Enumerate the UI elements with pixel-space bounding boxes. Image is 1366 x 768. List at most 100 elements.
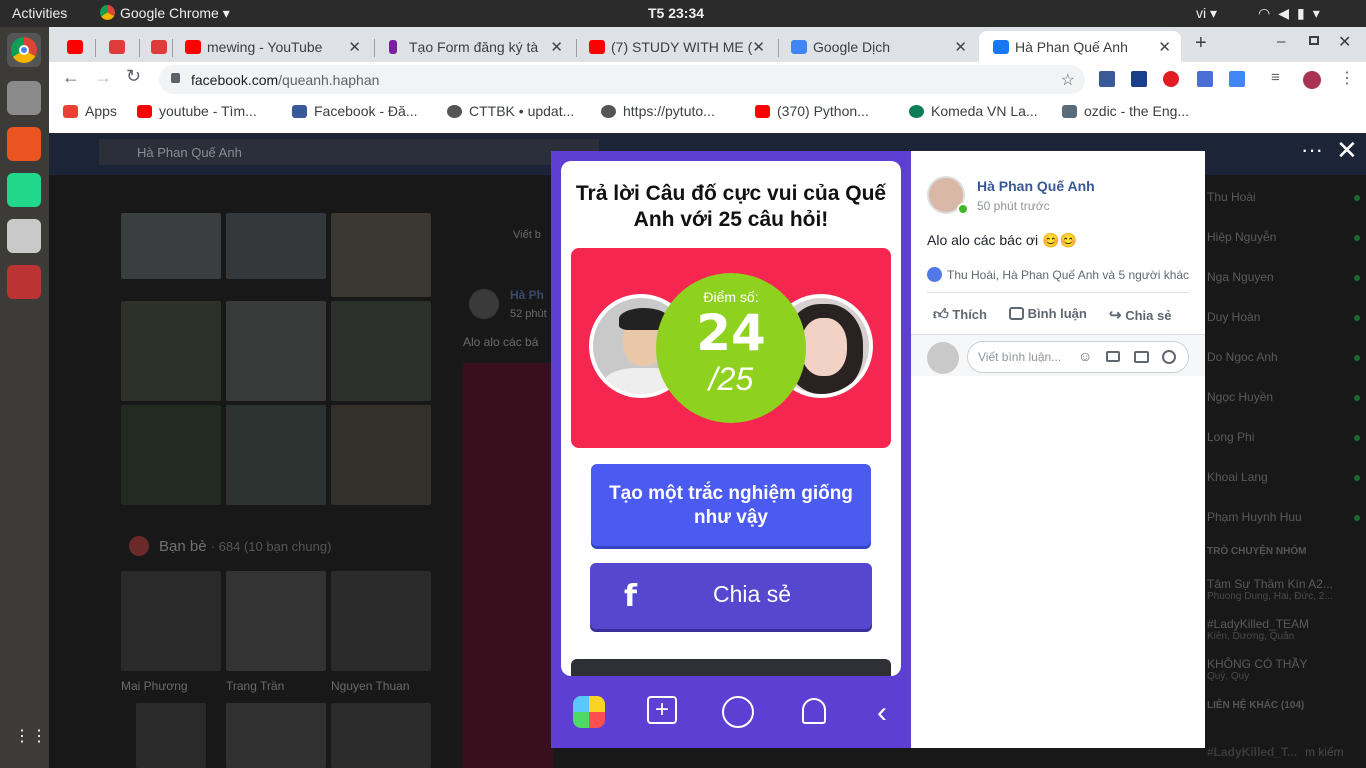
bookmark-facebook[interactable]: Facebook - Đă...	[292, 103, 418, 119]
friend-name[interactable]: Nguyen Thuan	[331, 679, 410, 693]
close-photo-viewer-icon[interactable]: ✕	[1336, 135, 1358, 166]
chat-contact[interactable]: Long Phi	[1207, 430, 1254, 444]
activities-button[interactable]: Activities	[12, 5, 67, 21]
more-options-icon[interactable]: ···	[1301, 137, 1323, 163]
bg-comment-prompt[interactable]: Viết b	[513, 229, 541, 241]
chat-search[interactable]: m kiếm	[1305, 745, 1344, 759]
friend-photo[interactable]	[226, 571, 326, 671]
bookmark-cttbk[interactable]: CTTBK • updat...	[447, 103, 574, 119]
bookmark-youtube[interactable]: youtube - Tìm...	[137, 103, 257, 119]
tab-pinned-youtube[interactable]	[53, 31, 95, 62]
friend-photo[interactable]	[331, 703, 431, 768]
close-tab-icon[interactable]: ✕	[1158, 38, 1171, 56]
photo-thumbnail[interactable]	[121, 301, 221, 401]
minimize-icon[interactable]: –	[1277, 33, 1285, 50]
gif-icon[interactable]	[1134, 351, 1149, 363]
photo-thumbnail[interactable]	[226, 213, 326, 279]
media-icon[interactable]: ≡	[1271, 69, 1280, 86]
address-bar[interactable]: facebook.com/queanh.haphan ☆	[159, 65, 1085, 94]
clock[interactable]: T5 23:34	[648, 5, 704, 21]
screenshot-dock-icon[interactable]	[7, 219, 41, 253]
comment-input[interactable]: Viết bình luận... ☺	[967, 341, 1189, 373]
tab-study-with-me[interactable]: (7) STUDY WITH ME (✕	[575, 31, 775, 62]
bottom-chat-tab[interactable]: #LadyKilled_T...	[1207, 745, 1297, 759]
friend-photo[interactable]	[121, 571, 221, 671]
tab-label: Google Dịch	[813, 39, 891, 55]
camera-icon[interactable]	[1106, 351, 1120, 362]
photo-thumbnail[interactable]	[226, 405, 326, 505]
tab-google-translate[interactable]: Google Dịch ✕	[777, 31, 977, 62]
friends-section-title[interactable]: Bạn bè · 684 (10 bạn chung)	[159, 538, 331, 555]
pycharm-dock-icon[interactable]	[7, 173, 41, 207]
group-chat-name[interactable]: #LadyKilled_TEAM	[1207, 617, 1309, 631]
friend-name[interactable]: Trang Trần	[226, 679, 284, 693]
close-tab-icon[interactable]: ✕	[348, 38, 361, 56]
dock: ⋮⋮⋮	[0, 27, 64, 768]
back-icon[interactable]: ←	[62, 67, 80, 88]
friend-name[interactable]: Mai Phương	[121, 679, 188, 693]
translate-extension-icon[interactable]	[1229, 71, 1245, 87]
reload-icon[interactable]: ↻	[126, 66, 141, 87]
close-tab-icon[interactable]: ✕	[752, 38, 765, 56]
forward-icon[interactable]: →	[94, 67, 112, 88]
bookmark-ozdic[interactable]: ozdic - the Eng...	[1062, 103, 1189, 119]
new-tab-icon[interactable]: +	[1195, 32, 1207, 55]
chat-contact[interactable]: Duy Hoàn	[1207, 310, 1260, 324]
input-language[interactable]: vi ▾	[1196, 5, 1217, 22]
tab-form[interactable]: Tạo Form đăng ký tà ✕	[373, 31, 573, 62]
group-chat-name[interactable]: Tâm Sự Thầm Kín A2...	[1207, 577, 1333, 591]
chat-contact[interactable]: Do Ngoc Anh	[1207, 350, 1278, 364]
comment-button[interactable]: Bình luận	[1009, 306, 1087, 321]
chat-contact[interactable]: Thu Hoài	[1207, 190, 1256, 204]
close-window-icon[interactable]: ✕	[1338, 32, 1351, 52]
chat-contact[interactable]: Phạm Huynh Huu	[1207, 510, 1302, 524]
files-dock-icon[interactable]	[7, 81, 41, 115]
friend-photo[interactable]	[136, 703, 206, 768]
friend-photo[interactable]	[226, 703, 326, 768]
like-button[interactable]: 👍︎ Thích	[933, 306, 987, 324]
system-status-icons[interactable]: ◠◀▮▾	[1258, 5, 1328, 22]
friend-photo[interactable]	[331, 571, 431, 671]
tab-pinned-talk[interactable]	[97, 31, 139, 62]
facebook-extension-icon[interactable]	[1099, 71, 1115, 87]
facebook-search-input[interactable]: Hà Phan Quế Anh	[99, 139, 599, 165]
close-tab-icon[interactable]: ✕	[954, 38, 967, 56]
tab-youtube-mewing[interactable]: mewing - YouTube ✕	[171, 31, 371, 62]
j-extension-icon[interactable]	[1131, 71, 1147, 87]
sticker-icon[interactable]	[1162, 350, 1176, 364]
maximize-icon[interactable]	[1309, 36, 1319, 45]
chat-contact[interactable]: Khoai Lang	[1207, 470, 1268, 484]
profile-avatar[interactable]	[1303, 71, 1321, 89]
bookmark-star-icon[interactable]: ☆	[1061, 70, 1075, 90]
software-center-dock-icon[interactable]	[7, 127, 41, 161]
chat-contact[interactable]: Hiệp Nguyễn	[1207, 230, 1276, 244]
photo-thumbnail[interactable]	[226, 301, 326, 401]
chat-contact[interactable]: Nga Nguyen	[1207, 270, 1274, 284]
app-menu[interactable]: Google Chrome ▾	[100, 5, 230, 22]
photo-thumbnail[interactable]	[331, 213, 431, 297]
bg-post-name[interactable]: Hà Ph	[510, 288, 544, 302]
close-tab-icon[interactable]: ✕	[550, 38, 563, 56]
reactions-summary[interactable]: Thu Hoài, Hà Phan Quế Anh và 5 người khá…	[947, 268, 1189, 282]
post-time[interactable]: 50 phút trước	[977, 199, 1050, 213]
bookmark-apps[interactable]: Apps	[63, 103, 117, 119]
poster-name[interactable]: Hà Phan Quế Anh	[977, 178, 1095, 194]
photo-thumbnail[interactable]	[331, 301, 431, 401]
emoji-icon[interactable]: ☺	[1078, 348, 1092, 364]
photo-thumbnail[interactable]	[121, 405, 221, 505]
save-extension-icon[interactable]	[1197, 71, 1213, 87]
share-button[interactable]: ↪ Chia sẻ	[1109, 306, 1171, 324]
chrome-dock-icon[interactable]	[7, 33, 41, 67]
group-chat-header: TRÒ CHUYỆN NHÓM	[1207, 546, 1307, 557]
group-chat-name[interactable]: KHÔNG CÓ THẦY	[1207, 657, 1307, 671]
bookmark-python[interactable]: (370) Python...	[755, 103, 869, 119]
opera-extension-icon[interactable]	[1163, 71, 1179, 87]
settings-dock-icon[interactable]	[7, 265, 41, 299]
photo-thumbnail[interactable]	[331, 405, 431, 505]
tab-facebook-active[interactable]: Hà Phan Quế Anh ✕	[979, 31, 1181, 62]
bookmark-komeda[interactable]: Komeda VN La...	[909, 103, 1038, 119]
menu-icon[interactable]: ⋮	[1339, 68, 1355, 88]
photo-thumbnail[interactable]	[121, 213, 221, 279]
bookmark-pytuto[interactable]: https://pytuto...	[601, 103, 715, 119]
chat-contact[interactable]: Ngọc Huyền	[1207, 390, 1273, 404]
